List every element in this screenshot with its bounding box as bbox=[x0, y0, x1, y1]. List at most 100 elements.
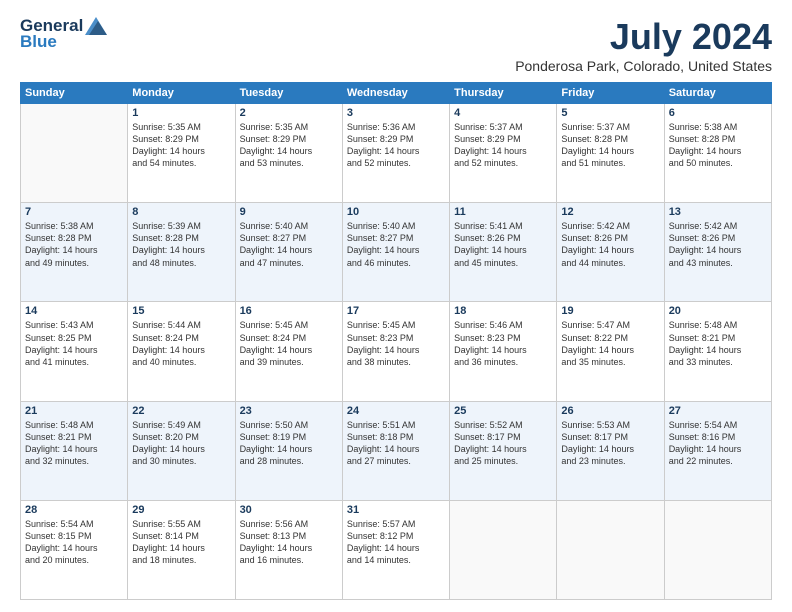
day-content: Sunrise: 5:37 AM Sunset: 8:28 PM Dayligh… bbox=[561, 121, 659, 170]
day-content: Sunrise: 5:40 AM Sunset: 8:27 PM Dayligh… bbox=[347, 220, 445, 269]
col-wednesday: Wednesday bbox=[342, 83, 449, 104]
day-number: 13 bbox=[669, 206, 767, 218]
day-number: 12 bbox=[561, 206, 659, 218]
calendar-week-row: 1Sunrise: 5:35 AM Sunset: 8:29 PM Daylig… bbox=[21, 104, 772, 203]
table-row: 20Sunrise: 5:48 AM Sunset: 8:21 PM Dayli… bbox=[664, 302, 771, 401]
table-row: 18Sunrise: 5:46 AM Sunset: 8:23 PM Dayli… bbox=[450, 302, 557, 401]
day-number: 16 bbox=[240, 305, 338, 317]
table-row: 3 Sunrise: 5:36 AM Sunset: 8:29 PM Daylig… bbox=[342, 104, 449, 203]
day-content: Sunrise: 5:45 AM Sunset: 8:23 PM Dayligh… bbox=[347, 319, 445, 368]
table-row: 5 Sunrise: 5:37 AM Sunset: 8:28 PM Daylig… bbox=[557, 104, 664, 203]
day-number: 21 bbox=[25, 405, 123, 417]
table-row bbox=[557, 500, 664, 599]
day-content: Sunrise: 5:40 AM Sunset: 8:27 PM Dayligh… bbox=[240, 220, 338, 269]
page: General Blue July 2024 Ponderosa Park, C… bbox=[0, 0, 792, 612]
table-row: 4 Sunrise: 5:37 AM Sunset: 8:29 PM Daylig… bbox=[450, 104, 557, 203]
day-content: Sunrise: 5:50 AM Sunset: 8:19 PM Dayligh… bbox=[240, 419, 338, 468]
table-row: 19 Sunrise: 5:47 AM Sunset: 8:22 PM Dayli… bbox=[557, 302, 664, 401]
day-number: 30 bbox=[240, 504, 338, 516]
table-row: 23 Sunrise: 5:50 AM Sunset: 8:19 PM Dayli… bbox=[235, 401, 342, 500]
day-content: Sunrise: 5:54 AM Sunset: 8:16 PM Dayligh… bbox=[669, 419, 767, 468]
day-content: Sunrise: 5:47 AM Sunset: 8:22 PM Dayligh… bbox=[561, 319, 659, 368]
day-number: 19 bbox=[561, 305, 659, 317]
day-number: 26 bbox=[561, 405, 659, 417]
table-row: 8 Sunrise: 5:39 AM Sunset: 8:28 PM Daylig… bbox=[128, 203, 235, 302]
day-number: 6 bbox=[669, 107, 767, 119]
table-row: 22 Sunrise: 5:49 AM Sunset: 8:20 PM Dayli… bbox=[128, 401, 235, 500]
logo-blue: Blue bbox=[20, 32, 57, 52]
day-content: Sunrise: 5:48 AM Sunset: 8:21 PM Dayligh… bbox=[669, 319, 767, 368]
table-row: 30 Sunrise: 5:56 AM Sunset: 8:13 PM Dayli… bbox=[235, 500, 342, 599]
day-content: Sunrise: 5:35 AM Sunset: 8:29 PM Dayligh… bbox=[240, 121, 338, 170]
table-row: 11 Sunrise: 5:41 AM Sunset: 8:26 PM Dayli… bbox=[450, 203, 557, 302]
table-row: 16 Sunrise: 5:45 AM Sunset: 8:24 PM Dayli… bbox=[235, 302, 342, 401]
subtitle: Ponderosa Park, Colorado, United States bbox=[515, 58, 772, 74]
day-content: Sunrise: 5:36 AM Sunset: 8:29 PM Dayligh… bbox=[347, 121, 445, 170]
day-content: Sunrise: 5:42 AM Sunset: 8:26 PM Dayligh… bbox=[561, 220, 659, 269]
logo: General Blue bbox=[20, 16, 107, 52]
col-thursday: Thursday bbox=[450, 83, 557, 104]
table-row: 6 Sunrise: 5:38 AM Sunset: 8:28 PM Daylig… bbox=[664, 104, 771, 203]
day-content: Sunrise: 5:41 AM Sunset: 8:26 PM Dayligh… bbox=[454, 220, 552, 269]
day-content: Sunrise: 5:57 AM Sunset: 8:12 PM Dayligh… bbox=[347, 518, 445, 567]
table-row: 24Sunrise: 5:51 AM Sunset: 8:18 PM Dayli… bbox=[342, 401, 449, 500]
day-number: 5 bbox=[561, 107, 659, 119]
table-row: 1Sunrise: 5:35 AM Sunset: 8:29 PM Daylig… bbox=[128, 104, 235, 203]
table-row: 14 Sunrise: 5:43 AM Sunset: 8:25 PM Dayli… bbox=[21, 302, 128, 401]
day-content: Sunrise: 5:49 AM Sunset: 8:20 PM Dayligh… bbox=[132, 419, 230, 468]
day-content: Sunrise: 5:52 AM Sunset: 8:17 PM Dayligh… bbox=[454, 419, 552, 468]
day-content: Sunrise: 5:35 AM Sunset: 8:29 PM Dayligh… bbox=[132, 121, 230, 170]
day-content: Sunrise: 5:43 AM Sunset: 8:25 PM Dayligh… bbox=[25, 319, 123, 368]
day-number: 22 bbox=[132, 405, 230, 417]
day-content: Sunrise: 5:42 AM Sunset: 8:26 PM Dayligh… bbox=[669, 220, 767, 269]
day-content: Sunrise: 5:48 AM Sunset: 8:21 PM Dayligh… bbox=[25, 419, 123, 468]
table-row: 10Sunrise: 5:40 AM Sunset: 8:27 PM Dayli… bbox=[342, 203, 449, 302]
header: General Blue July 2024 Ponderosa Park, C… bbox=[20, 16, 772, 74]
day-number: 3 bbox=[347, 107, 445, 119]
day-content: Sunrise: 5:46 AM Sunset: 8:23 PM Dayligh… bbox=[454, 319, 552, 368]
day-number: 9 bbox=[240, 206, 338, 218]
day-content: Sunrise: 5:55 AM Sunset: 8:14 PM Dayligh… bbox=[132, 518, 230, 567]
day-content: Sunrise: 5:54 AM Sunset: 8:15 PM Dayligh… bbox=[25, 518, 123, 567]
day-number: 25 bbox=[454, 405, 552, 417]
logo-icon bbox=[85, 17, 107, 35]
day-content: Sunrise: 5:38 AM Sunset: 8:28 PM Dayligh… bbox=[669, 121, 767, 170]
col-monday: Monday bbox=[128, 83, 235, 104]
day-content: Sunrise: 5:53 AM Sunset: 8:17 PM Dayligh… bbox=[561, 419, 659, 468]
table-row: 2Sunrise: 5:35 AM Sunset: 8:29 PM Daylig… bbox=[235, 104, 342, 203]
table-row bbox=[450, 500, 557, 599]
day-number: 28 bbox=[25, 504, 123, 516]
main-title: July 2024 bbox=[515, 16, 772, 58]
day-content: Sunrise: 5:38 AM Sunset: 8:28 PM Dayligh… bbox=[25, 220, 123, 269]
calendar-table: Sunday Monday Tuesday Wednesday Thursday… bbox=[20, 82, 772, 600]
table-row: 7 Sunrise: 5:38 AM Sunset: 8:28 PM Daylig… bbox=[21, 203, 128, 302]
table-row: 27 Sunrise: 5:54 AM Sunset: 8:16 PM Dayli… bbox=[664, 401, 771, 500]
calendar-week-row: 28 Sunrise: 5:54 AM Sunset: 8:15 PM Dayli… bbox=[21, 500, 772, 599]
day-number: 24 bbox=[347, 405, 445, 417]
table-row: 26 Sunrise: 5:53 AM Sunset: 8:17 PM Dayli… bbox=[557, 401, 664, 500]
day-number: 11 bbox=[454, 206, 552, 218]
table-row: 28 Sunrise: 5:54 AM Sunset: 8:15 PM Dayli… bbox=[21, 500, 128, 599]
day-number: 14 bbox=[25, 305, 123, 317]
calendar-week-row: 14 Sunrise: 5:43 AM Sunset: 8:25 PM Dayli… bbox=[21, 302, 772, 401]
day-number: 7 bbox=[25, 206, 123, 218]
day-number: 15 bbox=[132, 305, 230, 317]
col-friday: Friday bbox=[557, 83, 664, 104]
calendar-week-row: 7 Sunrise: 5:38 AM Sunset: 8:28 PM Daylig… bbox=[21, 203, 772, 302]
day-content: Sunrise: 5:44 AM Sunset: 8:24 PM Dayligh… bbox=[132, 319, 230, 368]
table-row: 29 Sunrise: 5:55 AM Sunset: 8:14 PM Dayli… bbox=[128, 500, 235, 599]
day-content: Sunrise: 5:39 AM Sunset: 8:28 PM Dayligh… bbox=[132, 220, 230, 269]
day-content: Sunrise: 5:37 AM Sunset: 8:29 PM Dayligh… bbox=[454, 121, 552, 170]
table-row: 9 Sunrise: 5:40 AM Sunset: 8:27 PM Daylig… bbox=[235, 203, 342, 302]
day-number: 27 bbox=[669, 405, 767, 417]
day-number: 4 bbox=[454, 107, 552, 119]
day-number: 23 bbox=[240, 405, 338, 417]
calendar-week-row: 21 Sunrise: 5:48 AM Sunset: 8:21 PM Dayli… bbox=[21, 401, 772, 500]
table-row: 21 Sunrise: 5:48 AM Sunset: 8:21 PM Dayli… bbox=[21, 401, 128, 500]
day-number: 29 bbox=[132, 504, 230, 516]
table-row: 15 Sunrise: 5:44 AM Sunset: 8:24 PM Dayli… bbox=[128, 302, 235, 401]
day-number: 8 bbox=[132, 206, 230, 218]
table-row: 25 Sunrise: 5:52 AM Sunset: 8:17 PM Dayli… bbox=[450, 401, 557, 500]
day-content: Sunrise: 5:45 AM Sunset: 8:24 PM Dayligh… bbox=[240, 319, 338, 368]
day-content: Sunrise: 5:56 AM Sunset: 8:13 PM Dayligh… bbox=[240, 518, 338, 567]
